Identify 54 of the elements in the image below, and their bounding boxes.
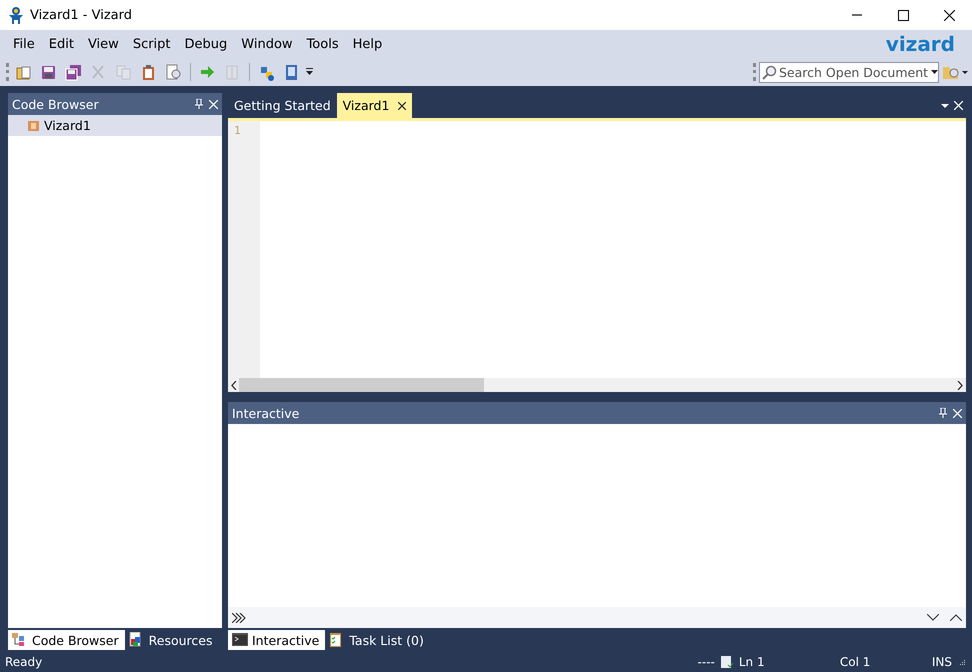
close-icon[interactable]: [944, 10, 954, 20]
expand-icon[interactable]: [232, 612, 246, 622]
menu-item[interactable]: Edit: [42, 36, 81, 52]
logo: vizard: [886, 32, 955, 56]
menu-item[interactable]: Script: [126, 36, 178, 52]
scrollbar-thumb[interactable]: [239, 378, 484, 392]
overflow-icon[interactable]: [306, 68, 313, 76]
copy-icon: [115, 64, 132, 80]
menu-item[interactable]: View: [80, 36, 126, 52]
resize-grip-icon: [958, 658, 966, 666]
line-indicator: Ln 1: [738, 654, 766, 670]
scroll-right-icon[interactable]: [957, 380, 963, 390]
status-message: Ready: [5, 654, 42, 670]
app-icon: [8, 6, 24, 24]
insert-mode-indicator: INS: [932, 654, 952, 670]
panel-tab[interactable]: Code Browser: [8, 630, 125, 650]
document-check-icon: [720, 656, 733, 668]
window-title: Vizard1 - Vizard: [30, 8, 133, 22]
close-icon[interactable]: [398, 102, 406, 110]
run-icon: [199, 64, 216, 80]
help-icon: [283, 64, 300, 80]
chevron-up-icon[interactable]: [950, 614, 962, 621]
column-indicator: Col 1: [840, 654, 872, 670]
menu-item[interactable]: Debug: [178, 36, 234, 52]
search-field[interactable]: Search Open Document: [759, 62, 939, 82]
menu-item[interactable]: Tools: [300, 36, 346, 52]
line-number: 1: [234, 124, 242, 137]
console-icon: [232, 632, 248, 648]
panel-title: Code Browser: [12, 96, 100, 112]
package-icon: [28, 120, 39, 131]
dropdown-icon[interactable]: [941, 104, 949, 108]
panel-tab[interactable]: Resources: [124, 630, 218, 650]
paste-icon: [140, 64, 157, 80]
search-icon: [762, 64, 777, 80]
pin-icon[interactable]: [195, 99, 203, 109]
tree-item[interactable]: Vizard1: [8, 115, 222, 136]
status-indicator: ----: [698, 654, 715, 670]
panel-title: Interactive: [232, 406, 300, 420]
pin-icon[interactable]: [939, 408, 947, 418]
dropdown-icon[interactable]: [931, 70, 938, 74]
panel-tab[interactable]: Task List (0): [325, 630, 430, 650]
preview-icon: [165, 64, 182, 80]
editor-tab[interactable]: Vizard1: [336, 93, 412, 118]
open-icon: [15, 64, 32, 80]
panel-tab[interactable]: Interactive: [228, 630, 326, 650]
save-all-icon: [65, 64, 82, 80]
menu-item[interactable]: Window: [234, 36, 300, 52]
menu-item[interactable]: Help: [346, 36, 390, 52]
chevron-down-icon[interactable]: [927, 614, 939, 621]
scroll-left-icon[interactable]: [231, 380, 237, 390]
menu-item[interactable]: File: [6, 36, 42, 52]
save-icon: [40, 64, 57, 80]
maximize-icon[interactable]: [898, 10, 908, 20]
editor-tab[interactable]: Getting Started: [228, 93, 337, 118]
